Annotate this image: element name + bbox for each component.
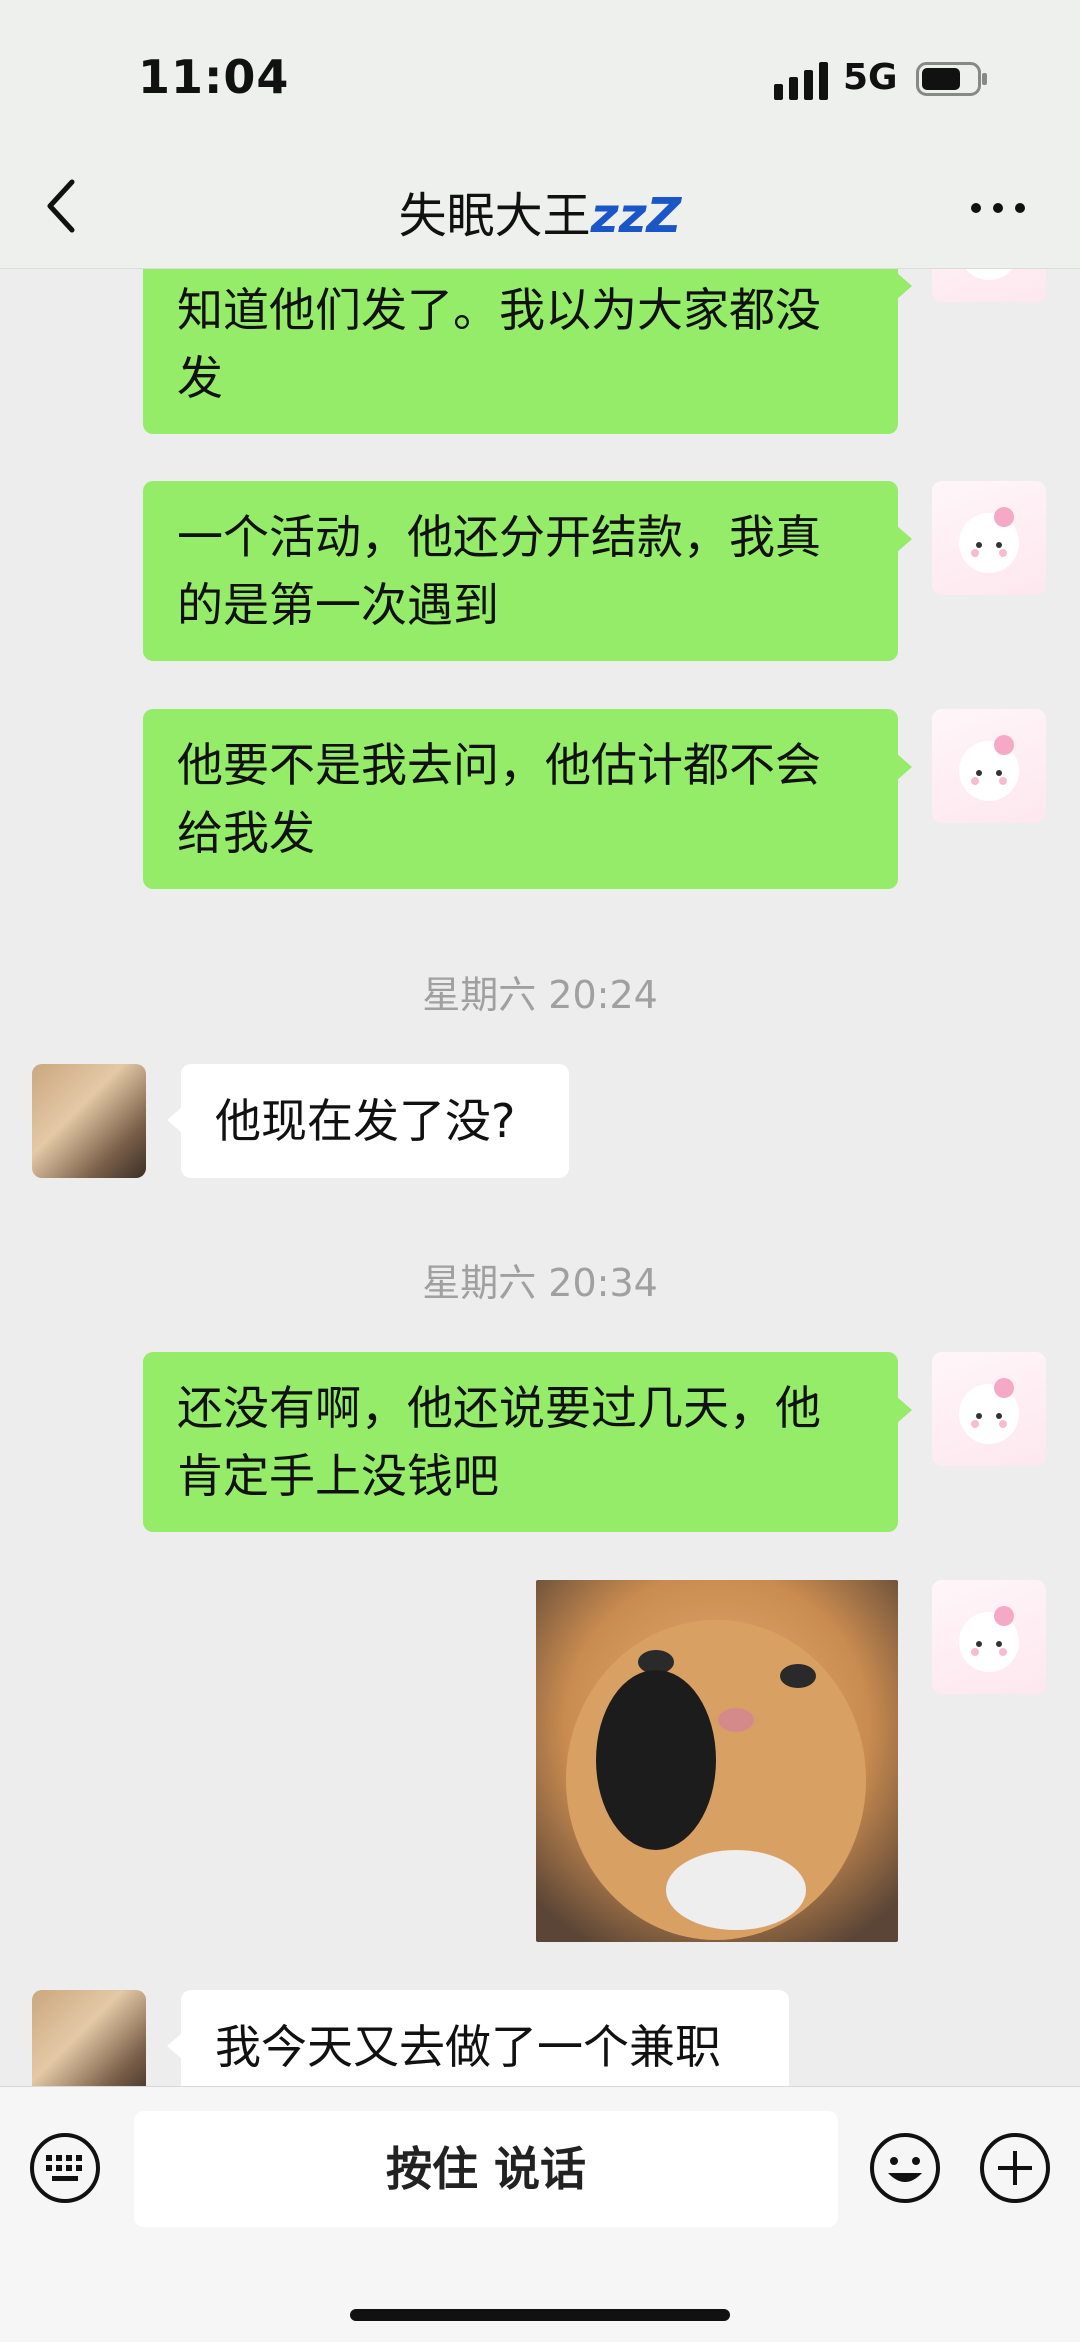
- network-type: 5G: [843, 57, 898, 98]
- message-text: 他现在发了没?: [215, 1094, 516, 1148]
- message-timestamp: 星期六 20:34: [422, 1261, 658, 1305]
- contact-avatar[interactable]: [32, 1990, 146, 2086]
- message-line: 给我发: [177, 806, 315, 860]
- my-avatar[interactable]: [932, 1352, 1046, 1466]
- hold-to-talk-button[interactable]: 按住 说话: [134, 2111, 838, 2227]
- message-bubble-incoming[interactable]: 我今天又去做了一个兼职: [167, 1990, 789, 2086]
- contact-avatar[interactable]: [32, 1064, 146, 1178]
- signal-icon: [774, 62, 828, 100]
- message-line: 一个活动，他还分开结款，我真: [177, 510, 821, 564]
- message-line: 肯定手上没钱吧: [177, 1449, 499, 1503]
- chat-title-text: 失眠大王: [398, 188, 591, 244]
- top-bar: 11:04 5G 失眠大王zzZ: [0, 0, 1080, 269]
- my-avatar[interactable]: [932, 268, 1046, 302]
- my-avatar[interactable]: [932, 1580, 1046, 1694]
- message-text: 我今天又去做了一个兼职: [215, 2020, 721, 2074]
- bear-avatar-icon: [959, 1606, 1019, 1672]
- chat-title: 失眠大王zzZ: [0, 176, 1080, 246]
- message-line: 发: [177, 351, 223, 405]
- home-indicator[interactable]: [350, 2309, 730, 2321]
- sleep-badge: zzZ: [590, 188, 682, 244]
- status-time: 11:04: [138, 50, 290, 104]
- cat-photo-image: [536, 1580, 898, 1942]
- message-bubble-outgoing[interactable]: 他要不是我去问，他估计都不会 给我发: [143, 709, 912, 889]
- keyboard-icon[interactable]: [28, 2131, 102, 2205]
- message-line: 他要不是我去问，他估计都不会: [177, 738, 821, 792]
- message-bubble-outgoing[interactable]: 还没有啊，他还说要过几天，他 肯定手上没钱吧: [143, 1352, 912, 1532]
- message-line: 知道他们发了。我以为大家都没: [177, 283, 821, 337]
- message-bubble-outgoing[interactable]: 知道他们发了。我以为大家都没 发: [143, 268, 912, 434]
- chat-area[interactable]: 知道他们发了。我以为大家都没 发 一个活动，他还分开结款，我真 的是第一次遇到 …: [0, 268, 1080, 2086]
- my-avatar[interactable]: [932, 709, 1046, 823]
- message-bubble-incoming[interactable]: 他现在发了没?: [167, 1064, 569, 1178]
- message-bubble-outgoing[interactable]: 一个活动，他还分开结款，我真 的是第一次遇到: [143, 481, 912, 661]
- bear-avatar-icon: [959, 1378, 1019, 1444]
- input-bar: 按住 说话: [0, 2086, 1080, 2342]
- battery-icon: [916, 62, 987, 96]
- cat-photo[interactable]: [536, 1580, 898, 1942]
- message-timestamp: 星期六 20:24: [422, 973, 658, 1017]
- more-options-icon[interactable]: [968, 196, 1028, 220]
- bear-avatar-icon: [959, 735, 1019, 801]
- message-line: 的是第一次遇到: [177, 578, 499, 632]
- plus-icon[interactable]: [978, 2131, 1052, 2205]
- my-avatar[interactable]: [932, 481, 1046, 595]
- emoji-icon[interactable]: [868, 2131, 942, 2205]
- bear-avatar-icon: [959, 507, 1019, 573]
- bear-avatar-icon: [965, 268, 1013, 280]
- message-line: 还没有啊，他还说要过几天，他: [177, 1381, 821, 1435]
